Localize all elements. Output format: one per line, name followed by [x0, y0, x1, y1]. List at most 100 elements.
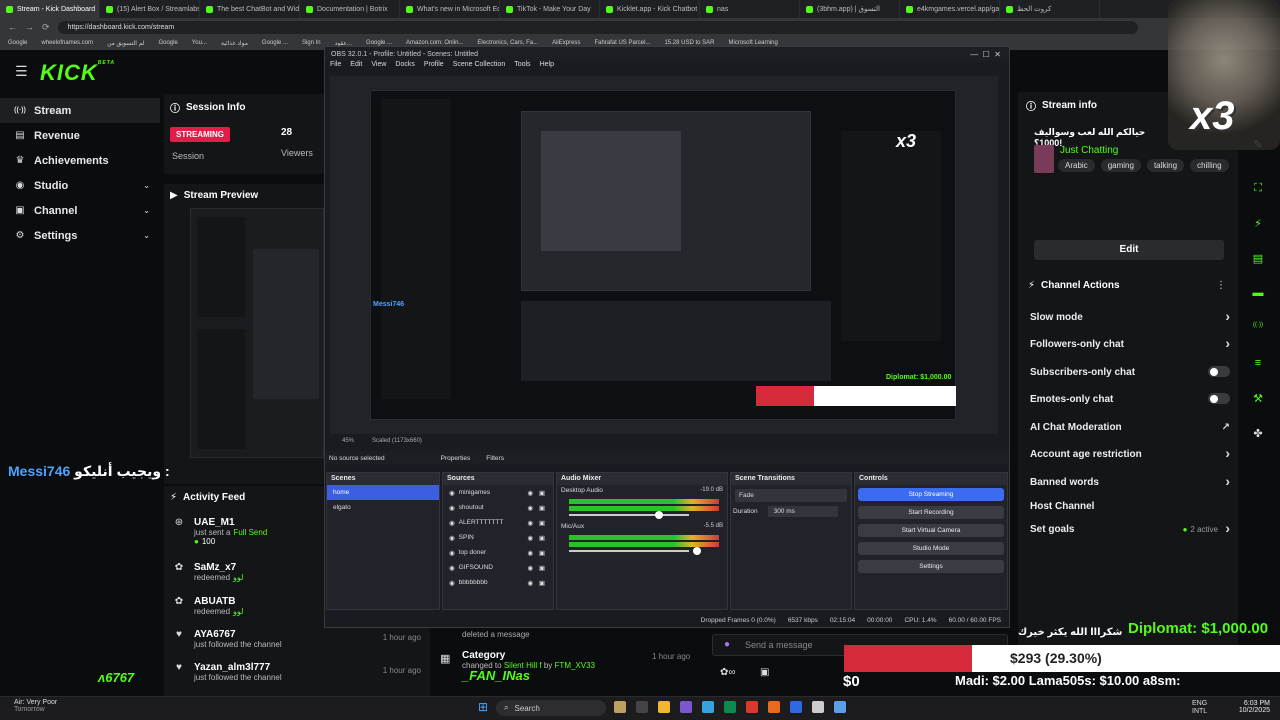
list-icon[interactable]: ≡ — [1250, 357, 1266, 373]
obs-menu-item[interactable]: Profile — [424, 61, 444, 73]
sidebar-item-settings[interactable]: ⚙ Settings ⌄ — [0, 223, 160, 248]
taskbar-app-icon[interactable] — [724, 701, 736, 713]
channel-action-host-channel[interactable]: Host Channel — [1030, 501, 1230, 512]
properties-button[interactable]: Properties — [441, 455, 471, 462]
browser-tab[interactable]: TikTok - Make Your Day — [500, 0, 600, 18]
browser-tab[interactable]: Stream - Kick Dashboard — [0, 0, 100, 18]
toggle-switch[interactable] — [1208, 366, 1230, 377]
kick-logo[interactable]: KICKBETA — [40, 60, 115, 86]
channel-action-emotes-only-chat[interactable]: Emotes-only chat — [1030, 393, 1230, 405]
lock-icon[interactable]: ▣ — [539, 504, 545, 512]
bookmark-item[interactable]: مواد غذائية — [221, 40, 248, 47]
back-icon[interactable]: ← — [8, 22, 17, 32]
palette-icon[interactable]: ✤ — [1250, 427, 1266, 443]
channel-action-slow-mode[interactable]: Slow mode › — [1030, 308, 1230, 324]
taskbar-app-icon[interactable] — [834, 701, 846, 713]
lightning-icon[interactable]: ⚡ — [1250, 217, 1266, 233]
lock-icon[interactable]: ▣ — [539, 579, 545, 587]
gift-icon[interactable]: ▣ — [760, 667, 769, 678]
sidebar-item-revenue[interactable]: ▤ Revenue — [0, 123, 160, 148]
eye-icon[interactable]: ◉ — [527, 504, 533, 512]
duration-input[interactable]: 300 ms — [767, 506, 838, 517]
obs-scaled[interactable]: Scaled (1173x660) — [372, 438, 422, 444]
browser-tab[interactable]: The best ChatBot and Widg... — [200, 0, 300, 18]
forward-icon[interactable]: → — [25, 22, 34, 32]
chevron-right-icon[interactable]: › — [1225, 520, 1230, 536]
volume-slider[interactable] — [569, 511, 689, 519]
taskbar-app-icon[interactable] — [658, 701, 670, 713]
sidebar-item-achievements[interactable]: ♛ Achievements — [0, 148, 160, 173]
taskbar-app-icon[interactable] — [680, 701, 692, 713]
url-input[interactable]: https://dashboard.kick.com/stream — [57, 20, 1138, 34]
window-controls[interactable]: — ☐ ✕ — [970, 50, 1001, 59]
lock-icon[interactable]: ▣ — [539, 549, 545, 557]
menu-icon[interactable]: ☰ — [15, 63, 28, 80]
expand-icon[interactable]: ⛶ — [1250, 182, 1266, 198]
obs-menu-item[interactable]: Help — [540, 61, 554, 73]
emote-icon[interactable]: ✿∞ — [720, 667, 736, 678]
source-item[interactable]: ◉ shoutout ◉ ▣ — [443, 500, 553, 515]
obs-control-studio-mode-button[interactable]: Studio Mode — [858, 542, 1004, 555]
document-icon[interactable]: ▤ — [1250, 252, 1266, 268]
external-link-icon[interactable]: ↗ — [1222, 422, 1230, 433]
stream-preview-video[interactable] — [190, 208, 324, 458]
sidebar-item-studio[interactable]: ◉ Studio ⌄ — [0, 173, 160, 198]
eye-icon[interactable]: ◉ — [527, 549, 533, 557]
stream-tag[interactable]: Arabic — [1058, 159, 1095, 172]
chevron-right-icon[interactable]: › — [1225, 308, 1230, 324]
taskbar-clock[interactable]: 6:03 PM 10/2/2025 — [1220, 700, 1270, 714]
obs-menu-item[interactable]: Tools — [514, 61, 530, 73]
taskbar-app-icon[interactable] — [790, 701, 802, 713]
eye-icon[interactable]: ◉ — [527, 534, 533, 542]
bookmark-item[interactable]: You... — [192, 40, 207, 46]
channel-action-followers-only-chat[interactable]: Followers-only chat › — [1030, 335, 1230, 351]
mic-icon[interactable]: ● — [724, 639, 730, 650]
taskbar-app-icon[interactable] — [812, 701, 824, 713]
chevron-down-icon[interactable]: ⌄ — [143, 231, 150, 240]
browser-tab[interactable]: e4kmgames.vercel.app/gan... — [900, 0, 1000, 18]
chevron-right-icon[interactable]: › — [1225, 335, 1230, 351]
chat-icon[interactable]: ▬ — [1250, 287, 1266, 303]
stream-tag[interactable]: talking — [1146, 159, 1185, 172]
more-options-icon[interactable]: ⋮ — [1216, 280, 1226, 291]
obs-menu-item[interactable]: File — [330, 61, 341, 73]
eye-icon[interactable]: ◉ — [527, 519, 533, 527]
browser-tab[interactable]: Kicklet.app - Kick Chatbot — [600, 0, 700, 18]
bookmark-item[interactable]: Google — [8, 40, 27, 46]
eye-icon[interactable]: ◉ — [527, 489, 533, 497]
toggle-switch[interactable] — [1208, 393, 1230, 404]
lock-icon[interactable]: ▣ — [539, 489, 545, 497]
bookmark-item[interactable]: wheelofnames.com — [41, 40, 93, 46]
volume-knob[interactable] — [655, 511, 663, 519]
taskbar-search[interactable]: ⌕ Search — [496, 700, 606, 716]
reload-icon[interactable]: ⟳ — [42, 22, 50, 33]
bookmark-item[interactable]: لم التسويق من — [107, 40, 144, 47]
browser-tab[interactable]: nas — [700, 0, 800, 18]
obs-control-start-virtual-camera-button[interactable]: Start Virtual Camera — [858, 524, 1004, 537]
windows-start-icon[interactable]: ⊞ — [478, 700, 488, 714]
eye-icon[interactable]: ◉ — [527, 564, 533, 572]
volume-slider[interactable] — [569, 547, 701, 555]
channel-action-subscribers-only-chat[interactable]: Subscribers-only chat — [1030, 366, 1230, 378]
taskbar-app-icon[interactable] — [614, 701, 626, 713]
transition-select[interactable]: Fade — [735, 489, 847, 502]
chevron-down-icon[interactable]: ⌄ — [143, 181, 150, 190]
lock-icon[interactable]: ▣ — [539, 564, 545, 572]
browser-tab[interactable]: What's new in Microsoft Ed... — [400, 0, 500, 18]
browser-tab[interactable]: (15) Alert Box / Streamlabs — [100, 0, 200, 18]
browser-tab[interactable]: Documentation | Botrix — [300, 0, 400, 18]
stream-tag[interactable]: chilling — [1190, 159, 1229, 172]
lock-icon[interactable]: ▣ — [539, 519, 545, 527]
bookmark-item[interactable]: Google ... — [262, 40, 288, 46]
source-item[interactable]: ◉ bbbbbbbb ◉ ▣ — [443, 575, 553, 590]
sidebar-item-stream[interactable]: ((·)) Stream — [0, 98, 160, 123]
obs-menu-item[interactable]: Scene Collection — [453, 61, 506, 73]
bookmark-item[interactable]: Google — [158, 40, 177, 46]
browser-tab[interactable]: كروت الحظ — [1000, 0, 1100, 18]
channel-action-banned-words[interactable]: Banned words › — [1030, 473, 1230, 489]
obs-control-settings-button[interactable]: Settings — [858, 560, 1004, 573]
category-user[interactable]: FTM_XV33 — [555, 661, 595, 670]
source-item[interactable]: ◉ SPIN ◉ ▣ — [443, 530, 553, 545]
chevron-right-icon[interactable]: › — [1225, 445, 1230, 461]
bookmark-item[interactable]: Sign In — [302, 40, 321, 46]
